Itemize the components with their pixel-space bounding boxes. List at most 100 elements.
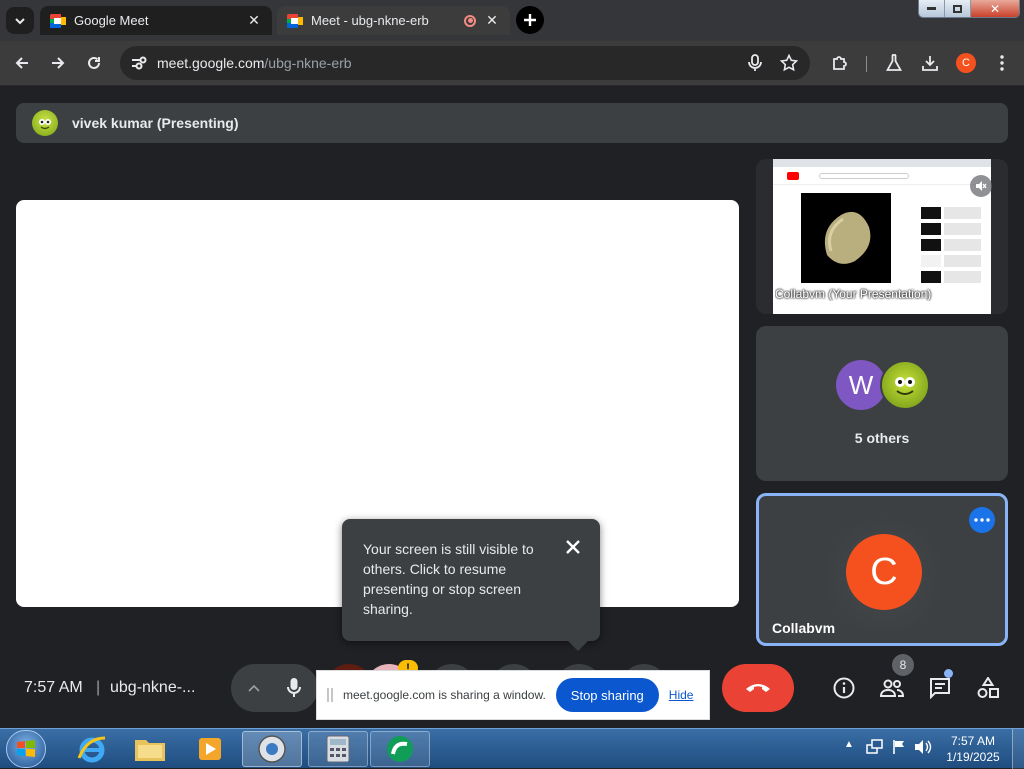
sharing-message: meet.google.com is sharing a window. [343,688,546,702]
chevron-up-icon [248,684,260,692]
tab-google-meet[interactable]: Google Meet ✕ [40,6,272,35]
thumbnail-video-player [801,193,891,283]
thumbnail-browser-bar [773,159,991,167]
taskbar-time: 7:57 AM [950,734,996,748]
network-icon[interactable] [866,739,884,755]
presenter-avatar [32,110,58,136]
restore-button[interactable] [944,0,970,17]
presentation-preview-tile[interactable]: Collabvm (Your Presentation) [756,159,1008,314]
info-icon [833,677,855,699]
forward-button[interactable] [44,49,72,77]
show-hidden-icons-button[interactable]: ▲ [842,739,856,755]
site-settings-icon[interactable] [130,55,148,71]
taskbar-app[interactable] [370,731,430,767]
tooltip-pointer [568,641,588,651]
volume-off-icon [976,181,987,191]
presenter-name: vivek kumar (Presenting) [72,115,239,131]
taskbar-calculator[interactable] [308,731,368,767]
more-horiz-icon [974,518,990,522]
tooltip-close-button[interactable] [561,535,585,559]
activities-button[interactable] [972,672,1004,704]
reload-icon [88,56,100,69]
recording-indicator-icon [464,14,476,27]
tab-meet-active[interactable]: Meet - ubg-nkne-erb ✕ [277,6,510,35]
close-icon [566,540,580,554]
screen-sharing-bar: meet.google.com is sharing a window. Sto… [316,670,710,720]
download-icon [922,56,938,71]
close-tab-icon[interactable]: ✕ [484,12,500,29]
end-call-button[interactable] [722,664,794,712]
meeting-code: ubg-nkne-... [110,679,196,696]
time-code-separator: | [96,679,101,696]
presentation-tile-label: Collabvm (Your Presentation) [775,287,932,301]
presenter-bar: vivek kumar (Presenting) [16,103,1008,143]
profile-avatar[interactable]: C [956,53,976,73]
self-tile[interactable]: C Collabvm [756,493,1008,646]
toolbar-divider [866,56,867,72]
taskbar-clock[interactable]: 7:57 AM 1/19/2025 [940,733,1006,765]
others-tile[interactable]: W 5 others [756,326,1008,481]
other-participant-avatar-monster [880,360,930,410]
microphone-button[interactable] [270,664,318,712]
downloads-button[interactable] [916,49,944,77]
app-logo-icon [387,736,413,762]
google-meet-icon [50,13,66,28]
labs-button[interactable] [880,49,908,77]
microphone-icon[interactable] [748,54,762,72]
close-tab-icon[interactable]: ✕ [246,12,262,29]
tab-title: Google Meet [74,13,149,28]
close-window-button[interactable]: ✕ [969,0,1019,17]
action-center-flag-icon[interactable] [891,739,907,755]
windows-logo-icon [17,740,35,757]
puzzle-icon [833,56,847,70]
taskbar-file-explorer[interactable] [120,731,180,767]
taskbar-media-player[interactable] [180,731,240,767]
screen-visible-tooltip: Your screen is still visible to others. … [342,519,600,641]
window-controls: ✕ [918,0,1020,18]
tab-title: Meet - ubg-nkne-erb [311,13,429,28]
start-button[interactable] [6,730,46,768]
back-button[interactable] [8,49,36,77]
browser-toolbar: meet.google.com/ubg-nkne-erb C [0,41,1024,86]
taskbar-chrome[interactable] [242,731,302,767]
google-meet-icon [287,13,303,28]
chat-notification-dot [944,669,953,678]
thumbnail-recommendations [921,207,981,287]
address-bar[interactable]: meet.google.com/ubg-nkne-erb [120,46,810,80]
arrow-right-icon [52,57,65,69]
meeting-details-button[interactable] [828,672,860,704]
self-tile-options-button[interactable] [969,507,995,533]
drag-handle-icon[interactable] [327,688,333,702]
reload-button[interactable] [80,49,108,77]
url-path: /ubg-nkne-erb [264,55,352,71]
extensions-button[interactable] [826,49,854,77]
muted-mic-indicator [970,175,992,197]
plus-icon [524,14,536,26]
stop-sharing-button[interactable]: Stop sharing [555,678,659,712]
windows-taskbar: ▲ 7:57 AM 1/19/2025 [0,728,1024,769]
taskbar-internet-explorer[interactable] [62,731,122,767]
call-end-icon [746,684,770,692]
participants-button[interactable] [876,672,908,704]
minimize-icon [927,7,937,10]
thumbnail-youtube-bar [773,167,991,185]
tab-search-button[interactable] [6,7,34,34]
volume-icon[interactable] [914,739,932,755]
browser-menu-button[interactable] [988,49,1016,77]
other-participant-avatar-w: W [836,360,886,410]
arrow-left-icon [15,57,28,69]
new-tab-button[interactable] [516,6,544,34]
show-desktop-button[interactable] [1012,729,1024,769]
meeting-time: 7:57 AM [24,679,83,696]
minimize-button[interactable] [919,0,945,17]
flask-icon [886,54,902,71]
participants-count-badge: 8 [892,654,914,676]
media-player-icon [199,738,221,760]
browser-tab-strip: Google Meet ✕ Meet - ubg-nkne-erb ✕ ✕ [0,0,1024,41]
url-host: meet.google.com [157,55,265,71]
chrome-icon [258,735,286,763]
close-icon: ✕ [989,1,1001,16]
others-count-label: 5 others [854,430,910,446]
hide-link[interactable]: Hide [669,688,694,702]
bookmark-star-icon[interactable] [780,54,798,72]
